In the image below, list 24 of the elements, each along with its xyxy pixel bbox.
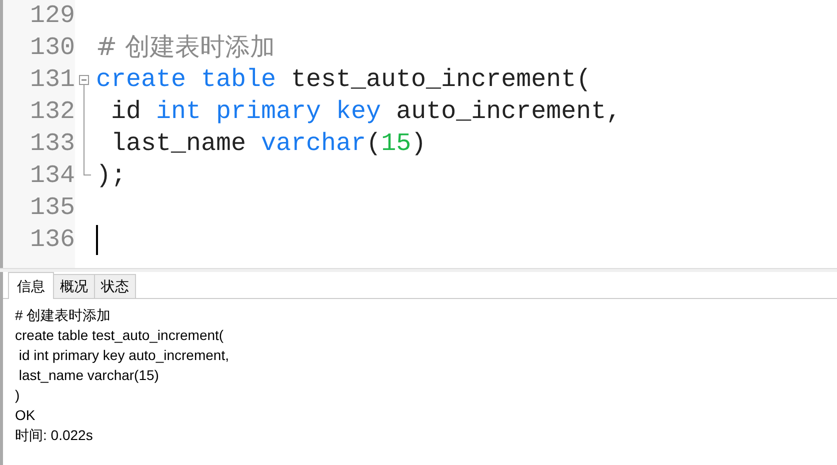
tab[interactable]: 状态: [95, 274, 136, 298]
code-line: id int primary key auto_increment,: [110, 96, 622, 128]
code-line: create table test_auto_increment(: [96, 64, 592, 96]
fold-toggle-icon[interactable]: [78, 75, 90, 96]
line-number: 133: [30, 128, 75, 160]
message-line: 时间: 0.022s: [15, 426, 94, 445]
line-number: 129: [30, 0, 75, 32]
line-number: 135: [30, 192, 75, 224]
line-number: 131: [30, 64, 75, 96]
message-line: create table test_auto_increment(: [15, 326, 225, 345]
tab[interactable]: 概况: [54, 274, 95, 298]
message-line: id int primary key auto_increment,: [18, 346, 230, 365]
message-line: # 创建表时添加: [15, 306, 112, 325]
line-number: 134: [30, 160, 75, 192]
message-line: ): [15, 386, 21, 405]
tab[interactable]: 信息: [8, 272, 54, 299]
code-line: );: [96, 160, 126, 192]
line-number: 130: [30, 32, 75, 64]
code-line: # 创建表时添加: [96, 31, 275, 64]
message-line: OK: [15, 406, 36, 425]
code-line: last_name varchar(15): [110, 128, 426, 160]
line-number: 132: [30, 96, 75, 128]
line-number: 136: [30, 224, 75, 256]
message-line: last_name varchar(15): [18, 366, 160, 385]
